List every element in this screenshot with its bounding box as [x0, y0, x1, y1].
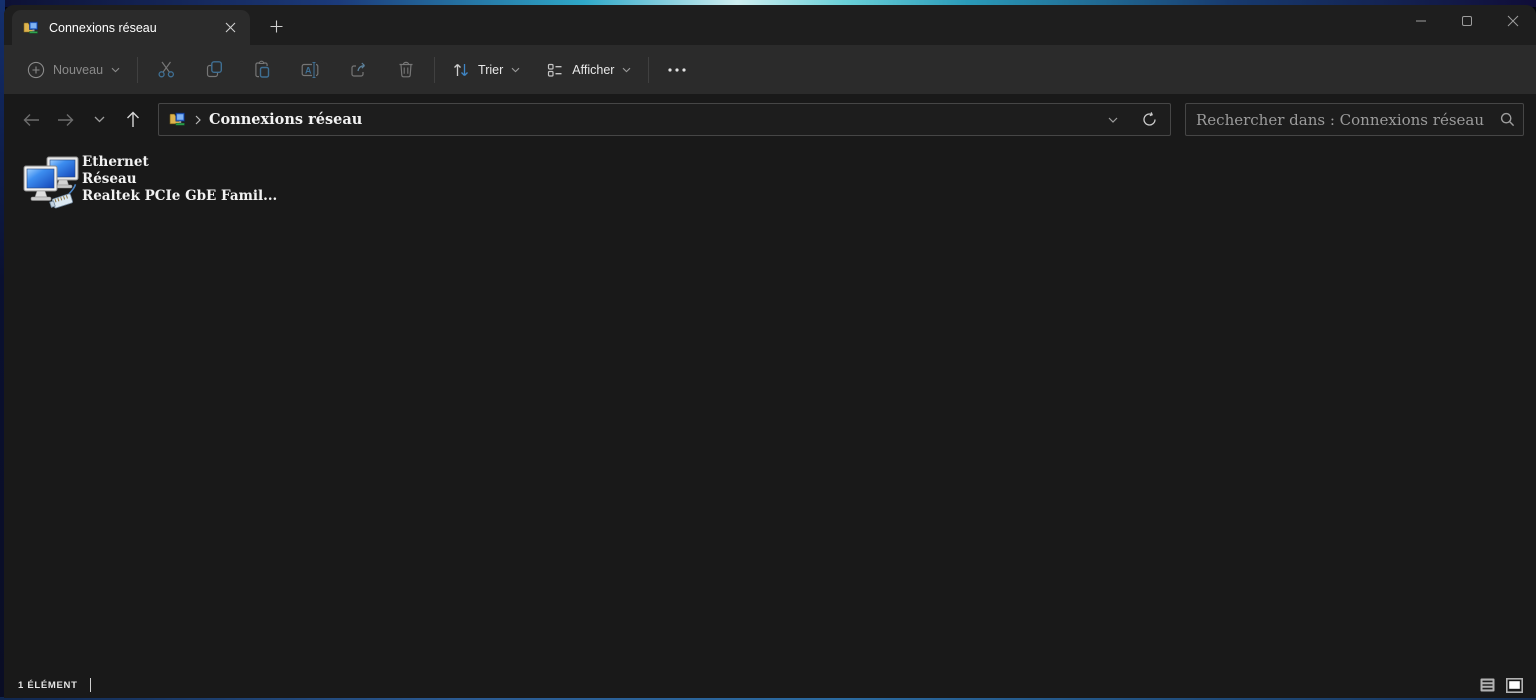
sort-button[interactable]: Trier [443, 54, 529, 86]
tab-close-icon[interactable] [218, 16, 242, 40]
forward-icon [57, 113, 74, 127]
connection-name: Ethernet [82, 154, 149, 170]
status-bar: 1 élément [4, 672, 1536, 698]
view-button-label: Afficher [572, 62, 615, 77]
forward-button[interactable] [48, 103, 82, 137]
copy-button[interactable] [194, 52, 234, 88]
navigation-bar: Connexions réseau [4, 94, 1536, 145]
list-item-text: Ethernet Réseau Realtek PCIe GbE Famil..… [82, 154, 277, 205]
address-dropdown-button[interactable] [1098, 106, 1128, 134]
rename-icon: A [300, 61, 320, 79]
minimize-button[interactable] [1398, 5, 1444, 37]
tab-bar: Connexions réseau [4, 5, 1536, 45]
list-item-ethernet[interactable]: Ethernet Réseau Realtek PCIe GbE Famil..… [21, 152, 277, 212]
breadcrumb-location[interactable]: Connexions réseau [209, 111, 1098, 128]
up-icon [126, 111, 140, 128]
maximize-button[interactable] [1444, 5, 1490, 37]
command-bar: Nouveau A Trier Afficher [4, 45, 1536, 94]
details-view-icon [1480, 678, 1494, 692]
network-connections-icon [169, 111, 186, 128]
cut-button[interactable] [146, 52, 186, 88]
ethernet-adapter-icon [23, 156, 81, 210]
details-view-button[interactable] [1477, 676, 1497, 694]
view-toggle-buttons [1477, 676, 1524, 694]
cut-icon [157, 60, 176, 79]
large-icons-view-icon [1505, 677, 1523, 693]
copy-icon [205, 60, 224, 79]
tab-connexions-reseau[interactable]: Connexions réseau [12, 10, 250, 45]
svg-text:A: A [305, 65, 312, 75]
recent-locations-button[interactable] [82, 103, 116, 137]
search-input[interactable] [1196, 110, 1500, 129]
ellipsis-icon [668, 67, 687, 72]
delete-button[interactable] [386, 52, 426, 88]
new-button-label: Nouveau [53, 62, 104, 77]
share-icon [349, 60, 368, 79]
back-icon [23, 113, 40, 127]
toolbar-divider [648, 56, 650, 83]
paste-icon [253, 60, 272, 79]
view-layout-icon [546, 61, 564, 79]
close-window-icon [1507, 15, 1519, 27]
recent-locations-chevron-icon [94, 116, 105, 123]
sort-button-label: Trier [478, 62, 504, 77]
close-button[interactable] [1490, 5, 1536, 37]
toolbar-divider [434, 56, 436, 83]
search-icon[interactable] [1500, 112, 1515, 127]
refresh-button[interactable] [1134, 106, 1164, 134]
circle-plus-icon [27, 61, 45, 79]
window-controls [1398, 5, 1536, 39]
up-button[interactable] [116, 103, 150, 137]
network-connections-icon [23, 20, 39, 36]
refresh-icon [1142, 112, 1156, 126]
search-box [1185, 103, 1524, 136]
address-bar[interactable]: Connexions réseau [158, 103, 1171, 136]
new-button[interactable]: Nouveau [18, 54, 129, 86]
minimize-icon [1415, 15, 1427, 27]
view-button[interactable]: Afficher [537, 54, 640, 86]
share-button[interactable] [338, 52, 378, 88]
chevron-down-icon [622, 67, 631, 73]
plus-icon [270, 20, 283, 33]
toolbar-divider [137, 56, 139, 83]
chevron-down-icon [111, 67, 120, 73]
explorer-window: Connexions réseau Nouveau A Trier Affich… [4, 5, 1536, 698]
large-icons-view-button[interactable] [1504, 676, 1524, 694]
connection-status: Réseau [82, 171, 137, 187]
item-count-label: 1 élément [18, 679, 78, 691]
chevron-down-icon [511, 67, 520, 73]
status-divider [89, 678, 91, 692]
see-more-button[interactable] [657, 52, 697, 88]
connection-device: Realtek PCIe GbE Famil... [82, 188, 278, 204]
file-list-area: Ethernet Réseau Realtek PCIe GbE Famil..… [4, 145, 1536, 672]
maximize-icon [1461, 15, 1473, 27]
new-tab-button[interactable] [260, 10, 292, 42]
delete-icon [397, 60, 415, 79]
tab-title: Connexions réseau [49, 20, 157, 35]
sort-icon [452, 61, 470, 79]
breadcrumb-chevron-icon [195, 115, 201, 125]
rename-button[interactable]: A [290, 52, 330, 88]
address-dropdown-chevron-icon [1108, 117, 1118, 123]
back-button[interactable] [14, 103, 48, 137]
paste-button[interactable] [242, 52, 282, 88]
